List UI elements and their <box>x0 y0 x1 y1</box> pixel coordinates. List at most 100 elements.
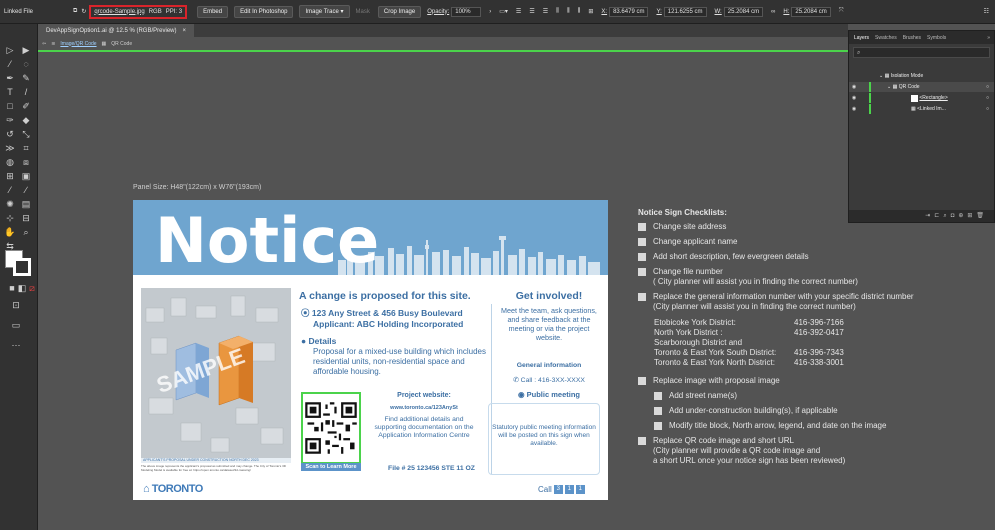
w-control[interactable]: W: 25.2084 cm <box>715 6 764 17</box>
hand-icon[interactable]: ✋ <box>4 226 16 238</box>
align-top-icon[interactable]: ⫼ <box>556 8 559 15</box>
line-icon[interactable]: / <box>20 86 32 98</box>
document-tab[interactable]: DevAppSignOption1.ai @ 12.5 % (RGB/Previ… <box>38 24 194 37</box>
x-field[interactable]: 83.6479 cm <box>609 6 649 17</box>
layer-row-linked-image[interactable]: ◉ ▦ <Linked Im... ○ <box>849 104 994 114</box>
checklist-subitem: Add street name(s) <box>654 391 978 401</box>
target-icon[interactable]: ○ <box>986 84 989 90</box>
screen-mode-icon[interactable]: ▭ <box>10 319 22 331</box>
width-icon[interactable]: ≫ <box>4 142 16 154</box>
visibility-eye-icon[interactable]: ◉ <box>849 106 859 112</box>
opacity-field[interactable]: 100% <box>451 6 482 17</box>
w-field[interactable]: 25.2084 cm <box>723 6 764 17</box>
h-control[interactable]: H: 25.2084 cm <box>783 6 831 17</box>
link-icon[interactable]: ⧉ <box>73 8 77 15</box>
qr-code-icon: ▦ <box>892 84 898 90</box>
align-left-icon[interactable]: ☰ <box>516 8 521 15</box>
magic-wand-icon[interactable]: ⁄ <box>4 58 16 70</box>
y-control[interactable]: Y: 121.6255 cm <box>656 6 707 17</box>
qr-code-icon: ▦ <box>101 40 107 47</box>
artboard-icon[interactable]: ⊹ <box>4 212 16 224</box>
qr-code-image[interactable] <box>301 392 361 464</box>
type-icon[interactable]: T <box>4 86 16 98</box>
paintbrush-icon[interactable]: ✐ <box>20 100 32 112</box>
locate-icon[interactable]: ⌕ <box>943 213 950 219</box>
y-field[interactable]: 121.6255 cm <box>663 6 707 17</box>
rectangle-icon[interactable]: □ <box>4 100 16 112</box>
close-tab-icon[interactable]: × <box>182 28 186 34</box>
breadcrumb-image-qr[interactable]: Image/QR Code <box>60 41 96 47</box>
notice-sign-artboard[interactable]: Notice SAMPLE APPLICANT'S PROPOSAL UNDER… <box>133 200 608 500</box>
tab-symbols[interactable]: Symbols <box>927 35 946 41</box>
link-proportions-icon[interactable]: ∞ <box>771 9 775 15</box>
mesh-icon[interactable]: ⊞ <box>4 170 16 182</box>
align-middle-icon[interactable]: ⫼ <box>567 8 570 15</box>
target-icon[interactable]: ○ <box>986 106 989 112</box>
shape-builder-icon[interactable]: ◍ <box>4 156 16 168</box>
zoom-icon[interactable]: ⌕ <box>20 226 32 238</box>
collect-icon[interactable]: ⊏ <box>934 213 943 219</box>
chevron-right-icon[interactable]: › <box>489 9 491 15</box>
linked-file-label[interactable]: Linked File <box>4 9 33 15</box>
scale-icon[interactable]: ⤡ <box>20 128 32 140</box>
x-control[interactable]: X: 83.6479 cm <box>601 6 649 17</box>
blend-icon[interactable]: ∕ <box>20 184 32 196</box>
more-tools-icon[interactable]: ⋯ <box>10 339 22 351</box>
back-arrow-icon[interactable]: ⇦ <box>42 41 46 47</box>
opacity-control[interactable]: Opacity: 100% <box>427 6 482 17</box>
tab-layers[interactable]: Layers <box>854 35 869 41</box>
draw-mode-icon[interactable]: ⊡ <box>10 299 22 311</box>
selection-icon[interactable]: ▷ <box>4 44 16 56</box>
perspective-icon[interactable]: ⧈ <box>20 156 32 168</box>
edit-photoshop-button[interactable]: Edit In Photoshop <box>234 5 294 18</box>
layer-row-isolation[interactable]: ⌄ ▦ Isolation Mode <box>849 71 994 81</box>
proposal-image[interactable]: SAMPLE <box>141 288 291 458</box>
stroke-swatch[interactable] <box>13 258 31 276</box>
disclosure-icon[interactable]: ⌄ <box>879 73 883 79</box>
align-right-icon[interactable]: ☰ <box>543 8 548 15</box>
h-field[interactable]: 25.2084 cm <box>791 6 831 17</box>
breadcrumb-qr[interactable]: QR Code <box>111 41 132 47</box>
target-icon[interactable]: ○ <box>986 95 989 101</box>
new-sublayer-icon[interactable]: ⊕ <box>958 213 967 219</box>
checklist-note: (City planner will assist you in finding… <box>653 302 856 311</box>
align-bottom-icon[interactable]: ⫼ <box>578 8 581 15</box>
shaper-icon[interactable]: ✑ <box>4 114 16 126</box>
layers-search-input[interactable]: ⌕ <box>853 47 990 58</box>
tab-brushes[interactable]: Brushes <box>903 35 921 41</box>
relink-icon[interactable]: ↻ <box>81 8 86 15</box>
align-center-icon[interactable]: ☰ <box>529 8 534 15</box>
layer-row-rectangle[interactable]: ◉ <Rectangle> ○ <box>849 93 994 103</box>
none-icon[interactable]: ⧄ <box>26 282 38 294</box>
export-icon[interactable]: ⇥ <box>925 213 934 219</box>
tab-swatches[interactable]: Swatches <box>875 35 897 41</box>
curvature-icon[interactable]: ✎ <box>20 72 32 84</box>
mask-button[interactable]: Mask <box>356 9 370 15</box>
panel-menu-icon[interactable]: ☷ <box>984 8 989 15</box>
gradient-icon[interactable]: ▣ <box>20 170 32 182</box>
rotate-icon[interactable]: ↺ <box>4 128 16 140</box>
eraser-icon[interactable]: ◆ <box>20 114 32 126</box>
image-trace-button[interactable]: Image Trace ▾ <box>299 5 350 18</box>
free-transform-icon[interactable]: ⌗ <box>20 142 32 154</box>
visibility-eye-icon[interactable]: ◉ <box>849 84 859 90</box>
layer-row-qr[interactable]: ◉ ⌄ ▦ QR Code ○ <box>849 82 994 92</box>
slice-icon[interactable]: ⊟ <box>20 212 32 224</box>
reference-point-icon[interactable]: ⊞ <box>588 8 593 15</box>
fill-stroke-swatch[interactable] <box>5 250 31 276</box>
symbol-sprayer-icon[interactable]: ✺ <box>4 198 16 210</box>
panel-expand-icon[interactable]: » <box>987 35 990 41</box>
crop-image-button[interactable]: Crop Image <box>377 5 422 18</box>
eyedropper-icon[interactable]: ⁄ <box>4 184 16 196</box>
embed-button[interactable]: Embed <box>197 5 229 18</box>
column-graph-icon[interactable]: ▤ <box>20 198 32 210</box>
direct-selection-icon[interactable]: ▶ <box>20 44 32 56</box>
delete-icon[interactable]: 🗑 <box>976 213 988 219</box>
disclosure-icon[interactable]: ⌄ <box>887 84 891 90</box>
file-name-link[interactable]: qrcode-Sample.jpg <box>94 9 144 15</box>
visibility-eye-icon[interactable]: ◉ <box>849 95 859 101</box>
pen-icon[interactable]: ✒ <box>4 72 16 84</box>
align-icon[interactable]: ▭▾ <box>499 8 508 15</box>
transform-icon[interactable]: ⤧ <box>839 8 844 15</box>
lasso-icon[interactable]: ◌ <box>20 58 32 70</box>
